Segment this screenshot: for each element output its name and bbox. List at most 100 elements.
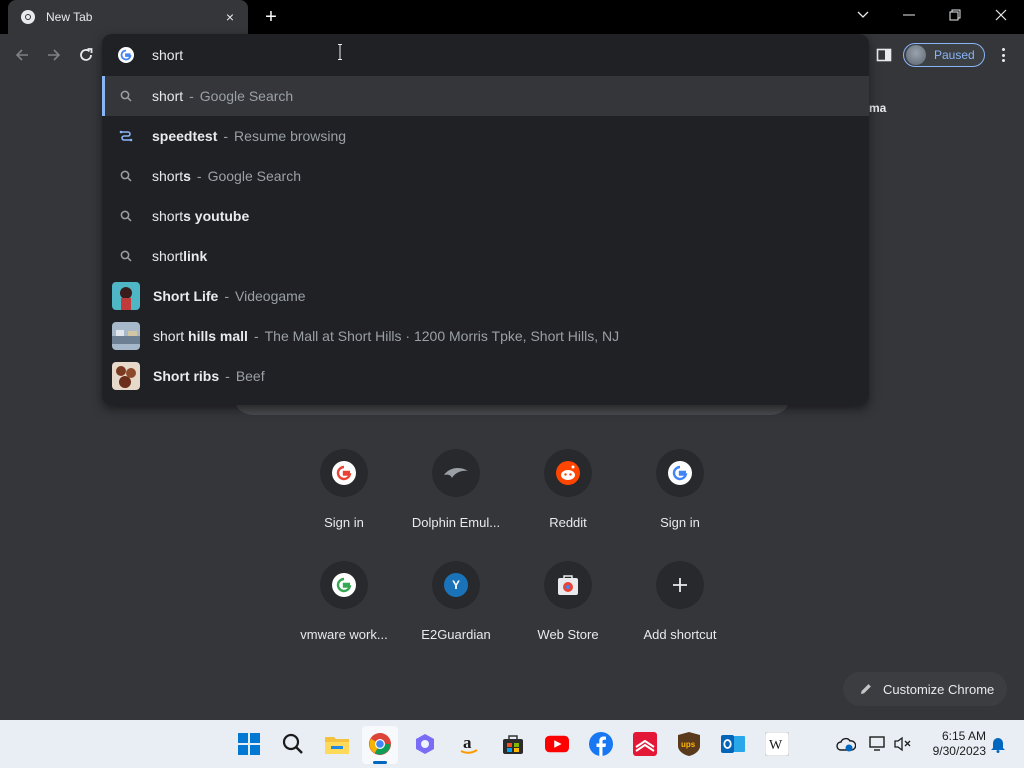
suggestion-bold: hills mall [184,328,248,344]
volume-tray[interactable] [890,732,914,756]
customize-label: Customize Chrome [883,681,995,697]
arrow-right-icon [48,49,61,61]
shortcut-e2guardian[interactable]: Y E2Guardian [400,561,512,657]
minimize-button[interactable] [886,0,932,30]
close-window-button[interactable] [978,0,1024,30]
suggestion-desc: Resume browsing [234,128,347,144]
suggestion-bold: s [152,128,160,144]
onedrive-tray[interactable] [834,732,858,756]
suggestion-bold: s [183,168,191,184]
shortcut-label: E2Guardian [421,627,491,642]
menu-button[interactable] [996,45,1010,65]
store-icon [503,735,523,754]
suggestion-item[interactable]: shorts youtube [102,196,869,236]
suggestion-item[interactable]: short - Google Search [102,76,869,116]
tab-close-button[interactable]: × [222,9,238,25]
file-explorer-icon [325,737,349,754]
shortcut-web-store[interactable]: Web Store [512,561,624,657]
suggestion-text: short [153,328,185,344]
add-shortcut-button[interactable]: Add shortcut [624,561,736,657]
side-panel-icon[interactable] [876,47,892,63]
back-button[interactable] [10,43,34,67]
search-icon [120,170,132,182]
taskbar-wikipedia[interactable]: W [765,732,789,756]
taskbar-facebook[interactable] [589,732,613,756]
outlook-icon [721,735,745,753]
suggestion-bold: ribs [189,368,220,384]
svg-text:a: a [463,733,472,752]
taskbar-copilot[interactable] [413,732,437,756]
shortcut-label: Add shortcut [643,627,717,642]
suggestion-item[interactable]: speedtest - Resume browsing [102,116,869,156]
suggestion-desc: Google Search [199,88,294,104]
suggestion-item[interactable]: shorts - Google Search [102,156,869,196]
tab-strip: New Tab × + [0,0,1024,34]
suggestion-item[interactable]: Short Life - Videogame [102,276,869,316]
minimize-icon [903,14,915,16]
text-cursor-icon [338,44,342,60]
new-tab-button[interactable]: + [260,6,282,28]
journey-icon [119,130,133,142]
separator: - [196,168,202,184]
notifications-button[interactable] [986,732,1010,756]
shortcut-icon-bg [656,449,704,497]
search-icon [120,210,132,222]
suggestion-item[interactable]: shortlink [102,236,869,276]
close-icon [995,9,1007,21]
shortcut-label: vmware work... [300,627,388,642]
start-icon [238,733,260,755]
suggestion-item[interactable]: short hills mall - The Mall at Short Hills… [102,316,869,356]
bell-icon [991,738,1005,753]
webstore-icon [558,575,578,595]
taskbar-ups[interactable]: ups [677,732,701,756]
reddit-icon [556,461,580,485]
taskbar-file-explorer[interactable] [325,732,349,756]
shortcut-letter: Y [451,578,460,592]
restore-button[interactable] [932,0,978,30]
suggestion-item[interactable]: Short ribs - Beef [102,356,869,396]
address-bar[interactable]: short [102,34,869,76]
avatar [906,45,926,65]
separator: - [189,88,194,104]
clock-time: 6:15 AM [941,729,986,743]
short-life-thumbnail [112,282,140,310]
wikipedia-icon: W [765,732,789,756]
taskbar-store[interactable] [501,732,525,756]
network-tray[interactable] [866,732,890,756]
tab-search-button[interactable] [840,0,886,30]
shortcut-sign-in[interactable]: Sign in [288,449,400,545]
reload-button[interactable] [74,43,98,67]
profile-button[interactable]: Paused [903,43,985,67]
forward-button[interactable] [42,43,66,67]
taskbar-outlook[interactable] [721,732,745,756]
kebab-dot [1001,48,1005,51]
shortcut-vmware[interactable]: vmware work... [288,561,400,657]
svg-text:ups: ups [681,740,696,749]
clock-date: 9/30/2023 [932,744,986,758]
search-icon [120,90,132,102]
tab-new-tab[interactable]: New Tab × [8,0,248,34]
start-button[interactable] [237,732,261,756]
shortcut-dolphin[interactable]: Dolphin Emul... [400,449,512,545]
taskbar-chrome[interactable] [368,732,392,756]
taskbar-youtube[interactable] [545,732,569,756]
facebook-icon [589,732,613,756]
shortcut-label: Web Store [537,627,599,642]
shortcut-reddit[interactable]: Reddit [512,449,624,545]
separator: - [225,368,230,384]
shortcut-sign-in-2[interactable]: Sign in [624,449,736,545]
shortcut-icon-bg [320,561,368,609]
taskbar-search-button[interactable] [281,732,305,756]
separator: - [253,328,259,344]
address-input[interactable]: short [152,47,183,63]
suggestion-bold: link [183,248,208,264]
amazon-icon: a [460,733,478,754]
kebab-dot [1001,53,1005,57]
customize-chrome-button[interactable]: Customize Chrome [843,672,1007,706]
svg-text:W: W [769,738,783,753]
google-icon [332,461,356,485]
system-clock[interactable]: 6:15 AM 9/30/2023 [920,729,986,759]
taskbar-bank-of-america[interactable] [633,732,657,756]
taskbar-amazon[interactable]: a [457,732,481,756]
partial-text: ma [869,101,887,115]
